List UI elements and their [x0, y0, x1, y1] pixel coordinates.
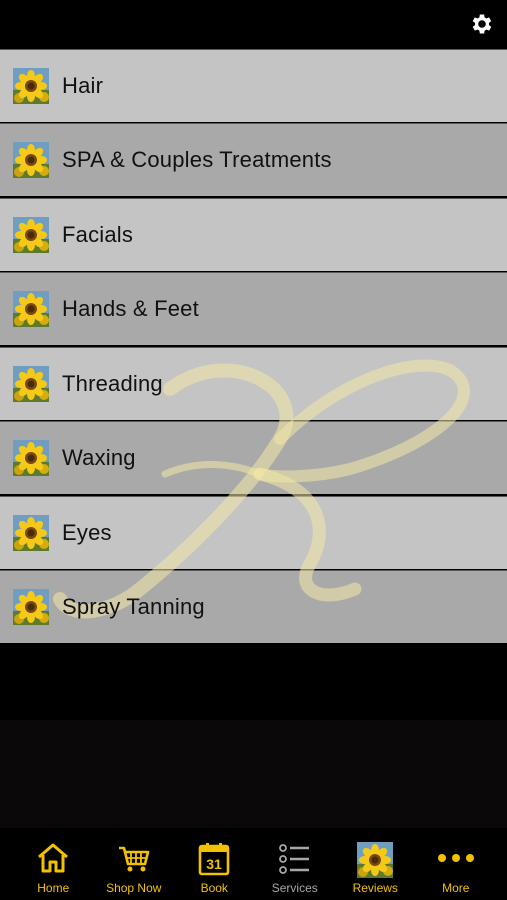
calendar-icon: 31: [198, 843, 230, 876]
sunflower-thumbnail: [13, 515, 49, 551]
list-item-hair[interactable]: Hair: [0, 49, 507, 122]
services-list: Hair SPA & Couples Treatments Facials Ha…: [0, 49, 507, 645]
sunflower-thumbnail: [13, 217, 49, 253]
list-item-threading[interactable]: Threading: [0, 347, 507, 420]
tab-home[interactable]: Home: [13, 828, 94, 900]
empty-band: [0, 645, 507, 720]
tab-shop-now[interactable]: Shop Now: [94, 828, 175, 900]
tab-more[interactable]: More: [416, 828, 497, 900]
list-item-label: Waxing: [62, 445, 136, 470]
list-item-label: Hair: [62, 73, 104, 98]
sunflower-thumbnail: [13, 68, 49, 104]
list-item-label: Spray Tanning: [62, 594, 205, 619]
list-item-facials[interactable]: Facials: [0, 198, 507, 271]
tab-bar: Home Shop Now 31 Book Services Reviews M…: [0, 828, 507, 900]
tab-label: Services: [271, 881, 318, 895]
list-item-label: Eyes: [62, 520, 112, 545]
list-item-hands-feet[interactable]: Hands & Feet: [0, 272, 507, 345]
home-icon: [38, 843, 69, 873]
tab-label: Book: [200, 881, 228, 895]
list-item-label: Threading: [62, 371, 163, 396]
sunflower-thumbnail: [13, 366, 49, 402]
sunflower-thumbnail: [13, 142, 49, 178]
blank-area: [0, 720, 507, 828]
list-item-spa-couples[interactable]: SPA & Couples Treatments: [0, 123, 507, 196]
tab-label: Home: [37, 881, 70, 895]
tab-book[interactable]: 31 Book: [174, 828, 255, 900]
tab-label: More: [442, 881, 470, 895]
tab-reviews[interactable]: Reviews: [335, 828, 416, 900]
list-item-label: SPA & Couples Treatments: [62, 147, 332, 172]
calendar-day: 31: [206, 856, 222, 872]
tab-label: Reviews: [352, 881, 398, 895]
tab-services[interactable]: Services: [255, 828, 336, 900]
sunflower-thumbnail: [13, 589, 49, 625]
tab-label: Shop Now: [106, 881, 162, 895]
list-icon: [278, 844, 309, 874]
gear-icon[interactable]: [469, 11, 495, 37]
list-item-label: Facials: [62, 222, 134, 247]
sunflower-thumbnail: [13, 440, 49, 476]
list-item-waxing[interactable]: Waxing: [0, 421, 507, 494]
cart-icon: [118, 846, 150, 872]
sunflower-thumbnail: [13, 291, 49, 327]
list-item-label: Hands & Feet: [62, 296, 199, 321]
sunflower-thumbnail: [357, 842, 393, 878]
list-item-spray-tanning[interactable]: Spray Tanning: [0, 570, 507, 643]
list-item-eyes[interactable]: Eyes: [0, 496, 507, 569]
top-bar: [0, 0, 507, 49]
more-dots-icon: [437, 854, 474, 862]
